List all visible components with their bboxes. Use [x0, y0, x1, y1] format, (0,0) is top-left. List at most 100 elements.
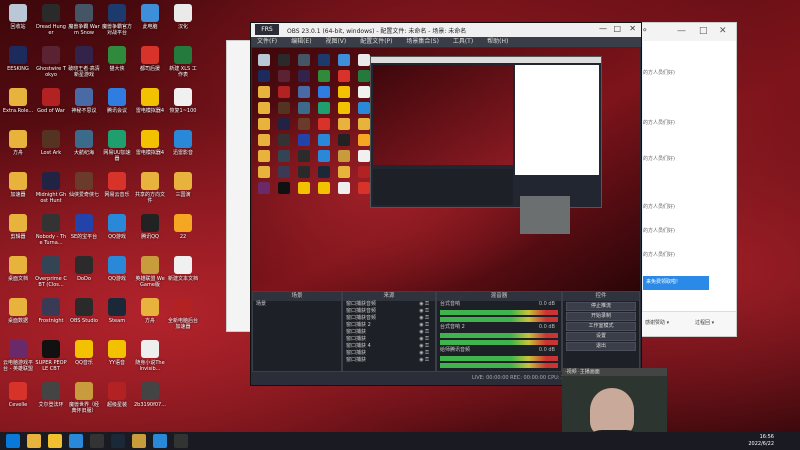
desktop-icon[interactable]: Frostnight	[35, 298, 67, 324]
desktop-icon[interactable]: QQ音乐	[68, 340, 100, 366]
menu-edit[interactable]: 编辑(E)	[291, 38, 311, 45]
obs2-icon[interactable]	[174, 434, 188, 448]
desktop-icon[interactable]: DoDo	[68, 256, 100, 282]
exit-button[interactable]: 退出	[566, 342, 636, 351]
close-icon[interactable]: ✕	[629, 24, 636, 33]
desktop-icon[interactable]: YY语音	[101, 340, 133, 366]
source-item[interactable]: 窗口捕获 ◉ ⚿	[343, 329, 435, 336]
obs-icon[interactable]	[90, 434, 104, 448]
desktop-icon[interactable]: Midnight Ghost Hunt	[35, 172, 67, 204]
settings-button[interactable]: 设置	[566, 332, 636, 341]
volume-meter[interactable]	[440, 356, 558, 361]
desktop-icon[interactable]: Nobody - The Turna...	[35, 214, 67, 246]
desktop-icon[interactable]: Overprime CBT (Clos...	[35, 256, 67, 288]
desktop-icon[interactable]: SE的宝平台	[68, 214, 100, 240]
desktop-icon[interactable]: 英雄联盟 WeGame版	[134, 256, 166, 288]
desktop-icon[interactable]: OBS Studio	[68, 298, 100, 324]
source-item[interactable]: 窗口捕获 ◉ ⚿	[343, 357, 435, 364]
desktop-icon[interactable]: EESKING	[2, 46, 34, 72]
desktop-icon[interactable]: 雷电模拟器4	[134, 88, 166, 114]
start-icon[interactable]	[6, 434, 20, 448]
desktop-icon[interactable]: 魔兽争霸 Warm Snow	[68, 4, 100, 36]
visibility-lock-icon[interactable]: ◉ ⚿	[419, 343, 429, 350]
volume-slider[interactable]	[440, 340, 558, 345]
desktop-icon[interactable]: 网易UU加速器	[101, 130, 133, 162]
desktop-icon[interactable]: 剪辑器	[2, 214, 34, 240]
desktop-icon[interactable]: 魔兽争霸官方对战平台	[101, 4, 133, 36]
desktop-icon[interactable]: 此电脑	[134, 4, 166, 30]
minimize-icon[interactable]: —	[599, 24, 607, 33]
desktop-icon[interactable]: 新建 XLS 工作表	[167, 46, 199, 78]
desktop-icon[interactable]: 方舟	[134, 298, 166, 324]
obs-titlebar[interactable]: FRS OBS 23.0.1 (64-bit, windows) - 配置文件:…	[251, 23, 641, 37]
studio-mode-button[interactable]: 工作室模式	[566, 322, 636, 331]
desktop-icon[interactable]: 回收站	[2, 4, 34, 30]
background-window-edge[interactable]	[226, 40, 252, 332]
desktop-icon[interactable]: 仙侠爱奇侠七	[68, 172, 100, 198]
minimize-icon[interactable]: —	[677, 26, 686, 36]
desktop-icon[interactable]: 新建文本文档	[167, 256, 199, 282]
maximize-icon[interactable]: □	[613, 24, 621, 33]
desktop-icon[interactable]: 艾尔登法环	[35, 382, 67, 408]
desktop-icon[interactable]: 加速器	[2, 172, 34, 198]
game-icon[interactable]	[132, 434, 146, 448]
visibility-lock-icon[interactable]: ◉ ⚿	[419, 322, 429, 329]
thanks-button[interactable]: 感谢赞助 ▾	[645, 319, 669, 326]
desktop-icon[interactable]: 随身小说The Invisib...	[134, 340, 166, 372]
visibility-lock-icon[interactable]: ◉ ⚿	[419, 329, 429, 336]
menu-file[interactable]: 文件(F)	[257, 38, 277, 45]
start-recording-button[interactable]: 开始录制	[566, 312, 636, 321]
desktop-icon[interactable]: Dread Hunger	[35, 4, 67, 36]
source-item[interactable]: 窗口捕获 ◉ ⚿	[343, 350, 435, 357]
desktop-icon[interactable]: 都司后援	[134, 46, 166, 72]
desktop-icon[interactable]: 2b3190f07...	[134, 382, 166, 408]
desktop-icon[interactable]: 桌面数据	[2, 298, 34, 324]
chat-window[interactable]: ⚬ — □ ✕ 的方人员们好) 的方人员们好) 的方人员们好) 的方人员们好) …	[636, 22, 737, 337]
visibility-lock-icon[interactable]: ◉ ⚿	[419, 357, 429, 364]
visibility-lock-icon[interactable]: ◉ ⚿	[419, 315, 429, 322]
desktop-icon[interactable]: 汉化	[167, 4, 199, 30]
menu-tools[interactable]: 工具(T)	[453, 38, 473, 45]
stop-stream-button[interactable]: 停止推流	[566, 302, 636, 311]
visibility-lock-icon[interactable]: ◉ ⚿	[419, 308, 429, 315]
desktop-icon[interactable]: 网易云音乐	[101, 172, 133, 198]
menu-view[interactable]: 视图(V)	[325, 38, 346, 45]
source-item[interactable]: 窗口捕获 ◉ ⚿	[343, 336, 435, 343]
folder-icon[interactable]	[27, 434, 41, 448]
desktop-icon[interactable]: 雷电模拟器4	[134, 130, 166, 156]
source-item[interactable]: 窗口捕获音频 ◉ ⚿	[343, 315, 435, 322]
desktop-icon[interactable]: Ghostwire Tokyo	[35, 46, 67, 78]
desktop-icon[interactable]: 共享的方向文件	[134, 172, 166, 204]
desktop-icon[interactable]: God of War	[35, 88, 67, 114]
desktop-icon[interactable]: Extra.Role...	[2, 88, 34, 114]
desktop-icon[interactable]: 迅雷影音	[167, 130, 199, 156]
desktop-icon[interactable]: 大航纪海	[68, 130, 100, 156]
menu-profile[interactable]: 配置文件(P)	[360, 38, 392, 45]
desktop-icon[interactable]: 魔兽世界（经典怀旧服）	[68, 382, 100, 414]
chat-titlebar[interactable]: ⚬ — □ ✕	[637, 23, 736, 41]
source-item[interactable]: 窗口捕获 4 ◉ ⚿	[343, 343, 435, 350]
desktop-icon[interactable]: 桌面文档	[2, 256, 34, 282]
visibility-lock-icon[interactable]: ◉ ⚿	[419, 336, 429, 343]
visibility-lock-icon[interactable]: ◉ ⚿	[419, 350, 429, 357]
volume-meter[interactable]	[440, 333, 558, 338]
desktop-icon[interactable]: 云电脑游戏平台 - 英雄联盟	[2, 340, 34, 372]
reply-button[interactable]: 过程回 ▾	[695, 319, 714, 326]
desktop-icon[interactable]: 腾讯会议	[101, 88, 133, 114]
menu-scene-collection[interactable]: 场景集合(S)	[406, 38, 439, 45]
ie-icon[interactable]	[69, 434, 83, 448]
desktop-icon[interactable]: 超级星装	[101, 382, 133, 408]
desktop-icon[interactable]: QQ游戏	[101, 256, 133, 282]
source-item[interactable]: 窗口捕获音频 ◉ ⚿	[343, 301, 435, 308]
desktop-icon[interactable]: 恢复1~100	[167, 88, 199, 114]
visibility-lock-icon[interactable]: ◉ ⚿	[419, 301, 429, 308]
desktop-icon[interactable]: 破晓王者·高清新星游戏	[68, 46, 100, 78]
source-item[interactable]: 窗口捕获音频 ◉ ⚿	[343, 308, 435, 315]
obs-preview[interactable]	[252, 48, 640, 291]
volume-meter[interactable]	[440, 310, 558, 315]
volume-slider[interactable]	[440, 363, 558, 368]
steam-icon[interactable]	[111, 434, 125, 448]
desktop-icon[interactable]: 腾讯QQ	[134, 214, 166, 240]
desktop-icon[interactable]: 全新电脑后台加速器	[167, 298, 199, 330]
pin-icon[interactable]: ⚬	[641, 26, 649, 36]
